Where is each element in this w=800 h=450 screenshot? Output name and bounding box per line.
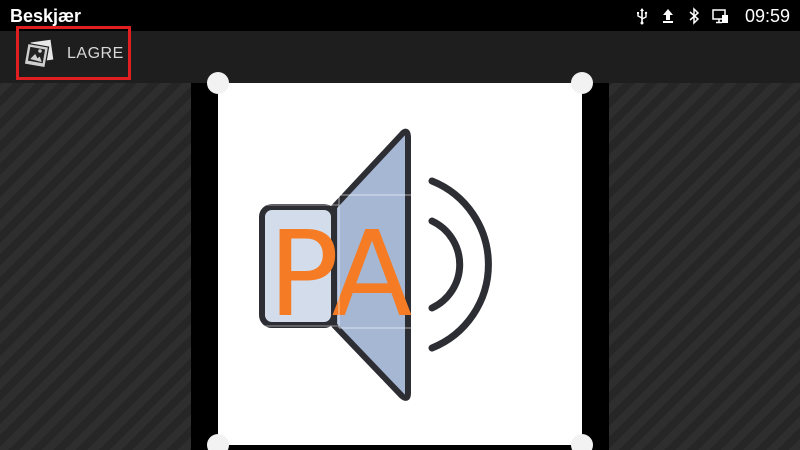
status-icons: 09:59 xyxy=(625,4,790,28)
screen: Beskjær 09:59 PA LAGRE xyxy=(0,0,800,450)
usb-icon xyxy=(636,8,648,25)
bluetooth-icon xyxy=(689,7,700,25)
crop-handle-bottom-left[interactable] xyxy=(207,434,229,450)
crop-handle-top-right[interactable] xyxy=(571,72,593,94)
photo-wrap: PA xyxy=(0,72,800,450)
save-button[interactable]: LAGRE xyxy=(16,26,131,80)
crop-handle-top-left[interactable] xyxy=(207,72,229,94)
speaker-pa-image: PA xyxy=(259,128,492,401)
screen-cast-icon xyxy=(712,9,728,24)
upload-icon xyxy=(662,9,673,23)
pa-text: PA xyxy=(268,205,412,343)
clock: 09:59 xyxy=(744,6,790,26)
cropped-photo[interactable]: PA xyxy=(218,83,582,445)
save-label: LAGRE xyxy=(67,45,124,62)
app-title: Beskjær xyxy=(10,6,82,26)
crop-handle-bottom-right[interactable] xyxy=(571,434,593,450)
picture-icon xyxy=(23,39,54,69)
